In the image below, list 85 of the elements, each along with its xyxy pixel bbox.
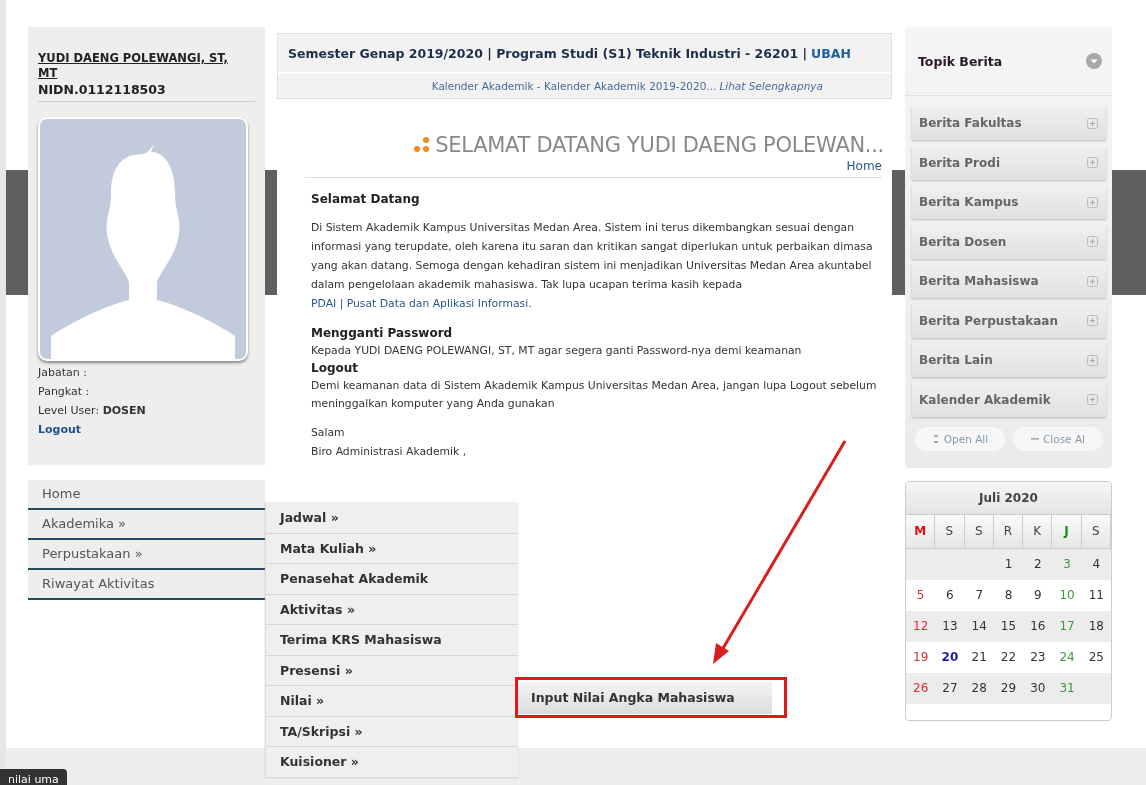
topic-label: Berita Perpustakaan bbox=[919, 313, 1058, 328]
paragraph: Di Sistem Akademik Kampus Universitas Medan Area. Sistem ini terus dikembangkan sesuai dengan informasi yang terupdate, oleh karena itu saran dan kritikan sangat diperlukan untuk perbaikan dimasa yang akan datang. Semoga dengan kehadiran sistem ini menjadikan Universitas Medan Area akuntabel dalam pengelolaan akademik mahasiswa. Tak lupa ucapan terima kasih kepada PDAI | Pusat Data dan Aplikasi Informasi. bbox=[311, 220, 874, 312]
menu-item[interactable]: Home bbox=[28, 480, 265, 510]
calendar-day[interactable]: 4 bbox=[1081, 549, 1111, 580]
topic-label: Berita Lain bbox=[919, 353, 993, 367]
calendar-day[interactable]: 28 bbox=[964, 673, 994, 704]
plus-icon bbox=[1087, 157, 1098, 168]
news-topic[interactable]: Berita Dosen bbox=[912, 224, 1106, 259]
calendar-day[interactable]: 30 bbox=[1023, 673, 1053, 704]
calendar-day[interactable]: 26 bbox=[906, 673, 936, 704]
topic-label: Berita Fakultas bbox=[919, 116, 1022, 130]
profile-info-text: Level User: DOSEN bbox=[38, 403, 147, 419]
section-heading: Selamat Datang bbox=[311, 192, 421, 206]
welcome-title: SELAMAT DATANG YUDI DAENG POLEWAN... bbox=[435, 133, 884, 157]
menu-item[interactable]: Akademika » bbox=[28, 510, 265, 540]
weekday-cell: K bbox=[1023, 515, 1053, 549]
calendar-day[interactable]: 15 bbox=[993, 611, 1024, 642]
menu-item[interactable]: Riwayat Aktivitas bbox=[28, 570, 265, 600]
weekday-cell: S bbox=[964, 515, 994, 549]
weekday-cell: R bbox=[993, 515, 1024, 549]
flyout-menu-item[interactable]: Input Nilai Angka Mahasiswa bbox=[518, 682, 772, 714]
calendar-day[interactable]: 13 bbox=[935, 611, 965, 642]
section-heading: Logout bbox=[311, 360, 359, 377]
panel-title: Topik Berita bbox=[918, 53, 1003, 69]
expand-icon bbox=[931, 433, 940, 444]
calendar-day[interactable]: 1 bbox=[993, 549, 1024, 580]
submenu-item[interactable]: Terima KRS Mahasiswa bbox=[265, 625, 518, 656]
calendar-day[interactable]: 2 bbox=[1023, 549, 1053, 580]
dots-icon bbox=[413, 136, 432, 154]
menu-item[interactable]: Perpustakaan » bbox=[28, 540, 265, 570]
plus-icon bbox=[1087, 354, 1098, 366]
plus-icon bbox=[1087, 315, 1098, 326]
submenu-item[interactable]: Aktivitas » bbox=[265, 594, 518, 625]
news-topic[interactable]: Berita Fakultas bbox=[912, 106, 1106, 140]
calendar-day[interactable]: 12 bbox=[906, 611, 936, 642]
weekday-cell: S bbox=[1081, 515, 1111, 549]
topic-label: Berita Mahasiswa bbox=[919, 274, 1039, 288]
see-more-link[interactable]: Lihat Selengkapnya bbox=[719, 80, 823, 92]
news-topic[interactable]: Kalender Akademik bbox=[912, 382, 1106, 417]
calendar-day[interactable]: 16 bbox=[1023, 611, 1053, 642]
paragraph: Demi keamanan data di Sistem Akademik Kampus Universitas Medan Area, jangan lupa Logout sebelum meninggalkan komputer yang Anda gunakan bbox=[311, 378, 878, 412]
news-topic[interactable]: Berita Perpustakaan bbox=[912, 303, 1106, 338]
announcement-text: Kalender Akademik - Kalender Akademik 2019-2020... bbox=[431, 80, 717, 92]
breadcrumb-link[interactable]: Home bbox=[846, 159, 882, 173]
paragraph: Kepada YUDI DAENG POLEWANGI, ST, MT agar segera ganti Password-nya demi keamanan bbox=[311, 343, 803, 359]
plus-icon bbox=[1087, 196, 1098, 208]
closing-text: Biro Administrasi Akademik , bbox=[311, 444, 468, 460]
submenu-item[interactable]: Jadwal » bbox=[265, 503, 518, 534]
calendar-day[interactable]: 18 bbox=[1081, 611, 1111, 642]
submenu-item[interactable]: Kuisioner » bbox=[265, 747, 518, 778]
profile-info-text: Pangkat : bbox=[38, 384, 91, 400]
calendar-day[interactable]: 14 bbox=[964, 611, 994, 642]
plus-icon bbox=[1087, 117, 1098, 129]
plus-icon bbox=[1087, 394, 1098, 405]
plus-icon bbox=[1087, 275, 1098, 287]
closing-text: Salam bbox=[311, 425, 346, 441]
nidn-text: NIDN.0112118503 bbox=[38, 82, 167, 97]
section-heading: Mengganti Password bbox=[311, 325, 454, 342]
topic-label: Kalender Akademik bbox=[919, 392, 1051, 407]
submenu-item[interactable]: TA/Skripsi » bbox=[265, 716, 518, 747]
weekday-cell: J bbox=[1052, 515, 1082, 549]
weekday-cell: S bbox=[935, 515, 965, 549]
news-topic[interactable]: Berita Lain bbox=[912, 343, 1106, 377]
submenu-item[interactable]: Mata Kuliah » bbox=[265, 533, 518, 564]
topic-label: Berita Prodi bbox=[919, 155, 1000, 170]
profile-name-link[interactable]: YUDI DAENG POLEWANGI, ST, MT bbox=[38, 51, 243, 81]
calendar-title: Juli 2020 bbox=[906, 482, 1111, 515]
topic-label: Berita Kampus bbox=[919, 195, 1019, 209]
collapse-icon bbox=[1086, 53, 1102, 69]
topic-label: Berita Dosen bbox=[919, 234, 1007, 249]
plus-icon bbox=[1087, 236, 1098, 247]
semester-info-text: Semester Genap 2019/2020 | Program Studi (S1) Teknik Industri - 26201 | bbox=[288, 45, 808, 61]
tooltip: nilai uma bbox=[0, 769, 67, 785]
news-topic[interactable]: Berita Mahasiswa bbox=[912, 264, 1106, 298]
submenu-item[interactable]: Nilai » bbox=[265, 686, 518, 717]
change-link[interactable]: UBAH bbox=[811, 45, 851, 61]
profile-info-text: Jabatan : bbox=[38, 365, 88, 381]
news-topic[interactable]: Berita Prodi bbox=[912, 145, 1106, 180]
weekday-cell: M bbox=[906, 515, 936, 549]
news-topic[interactable]: Berita Kampus bbox=[912, 185, 1106, 219]
submenu-item[interactable]: Presensi » bbox=[265, 655, 518, 686]
logout-link[interactable]: Logout bbox=[38, 420, 255, 439]
calendar-day[interactable]: 29 bbox=[993, 673, 1024, 704]
submenu-item[interactable]: Penasehat Akademik bbox=[265, 564, 518, 595]
calendar-day[interactable]: 27 bbox=[935, 673, 965, 704]
